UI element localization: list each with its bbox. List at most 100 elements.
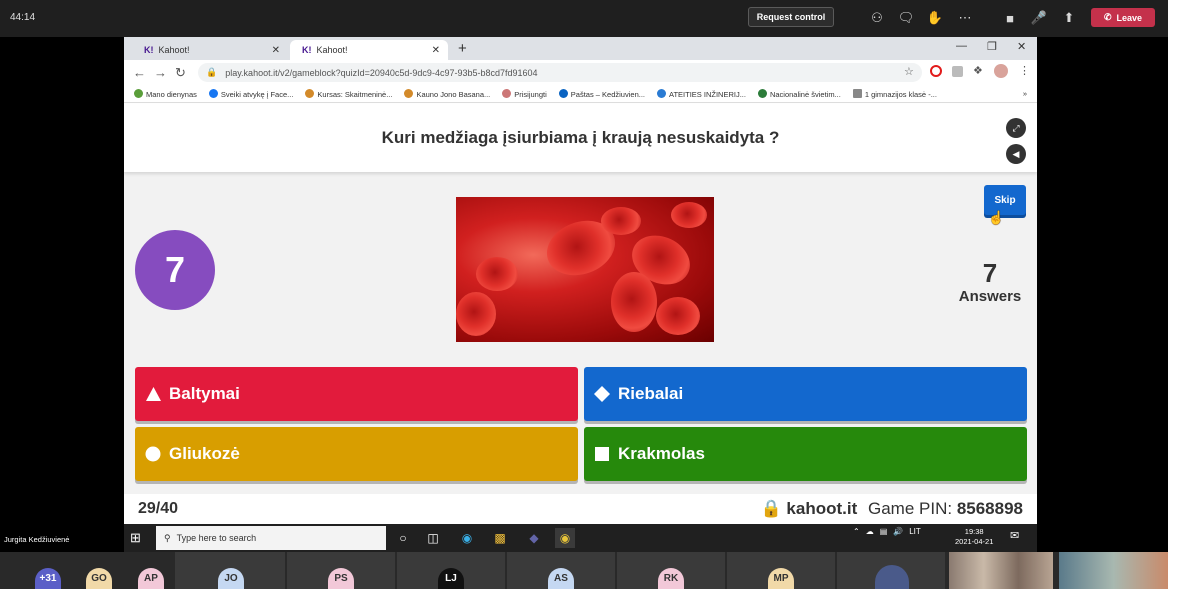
- teams-meeting-bar: [0, 0, 1168, 37]
- close-window-icon[interactable]: ✕: [1017, 40, 1026, 53]
- answer-option-circle[interactable]: Gliukozė: [135, 427, 578, 481]
- clock-time: 19:38: [964, 527, 984, 536]
- bookmark-item[interactable]: Sveiki atvykę į Face...: [208, 88, 293, 99]
- request-control-button[interactable]: Request control: [748, 7, 834, 27]
- sound-icon[interactable]: ◀: [1006, 144, 1026, 164]
- avatar[interactable]: AS: [548, 568, 574, 589]
- lock-icon: 🔒: [206, 67, 218, 77]
- more-bookmarks-icon[interactable]: »: [1023, 89, 1027, 98]
- diamond-icon: [594, 386, 610, 402]
- bookmark-item[interactable]: ATEITIES INŽINERIJ...: [657, 88, 746, 99]
- browser-tab[interactable]: K! Kahoot! ✕: [132, 40, 288, 60]
- close-tab-icon[interactable]: ✕: [432, 45, 440, 56]
- new-tab-icon[interactable]: +: [458, 40, 467, 57]
- avatar[interactable]: PS: [328, 568, 354, 589]
- tab-title: Kahoot!: [158, 45, 190, 55]
- bookmark-item[interactable]: Nacionalinė švietim...: [757, 88, 841, 99]
- kahoot-favicon-icon: K!: [144, 45, 154, 55]
- back-icon[interactable]: ←: [133, 65, 146, 80]
- taskbar-search-field[interactable]: ⚲ Type here to search: [156, 526, 386, 550]
- avatar[interactable]: AP: [138, 568, 164, 589]
- phone-hangup-icon: ✆: [1103, 12, 1112, 22]
- share-screen-icon[interactable]: ⬆: [1060, 9, 1078, 27]
- teams-icon[interactable]: ◆: [524, 528, 544, 548]
- language-indicator[interactable]: LIT: [909, 527, 921, 536]
- participant-video-grid[interactable]: [949, 552, 1053, 589]
- mic-muted-icon[interactable]: 🎤: [1030, 9, 1048, 27]
- avatar[interactable]: MP: [768, 568, 794, 589]
- bookmark-item[interactable]: Kauno Jono Basana...: [404, 88, 490, 99]
- stage-left-margin: [0, 37, 124, 552]
- clock-date: 2021-04-21: [955, 537, 994, 546]
- bookmark-favicon-icon: [134, 88, 143, 98]
- search-icon: ⚲: [164, 532, 171, 543]
- bookmarks-bar: Mano dienynas Sveiki atvykę į Face... Ku…: [124, 85, 1037, 103]
- bookmark-star-icon[interactable]: ☆: [904, 65, 914, 78]
- chat-icon[interactable]: 🗨: [897, 9, 915, 27]
- bookmark-item[interactable]: Prisijungti: [502, 88, 547, 99]
- file-explorer-icon[interactable]: ▩: [490, 528, 510, 548]
- minimize-icon[interactable]: —: [956, 40, 967, 52]
- extension-icon[interactable]: [952, 66, 963, 77]
- camera-icon[interactable]: ■: [1001, 9, 1019, 27]
- avatar[interactable]: +31: [35, 568, 61, 589]
- cursor-icon: ☝: [988, 210, 1005, 225]
- kahoot-favicon-icon: K!: [302, 45, 312, 55]
- url-field[interactable]: 🔒 play.kahoot.it/v2/gameblock?quizId=209…: [198, 63, 922, 82]
- extensions-puzzle-icon[interactable]: ❖: [973, 64, 983, 77]
- profile-avatar[interactable]: [994, 64, 1008, 78]
- notifications-icon[interactable]: ✉: [1010, 529, 1019, 542]
- game-pin-info: 🔒 kahoot.it Game PIN: 8568898: [761, 499, 1024, 519]
- url-text: play.kahoot.it/v2/gameblock?quizId=20940…: [225, 67, 538, 78]
- kahoot-site: kahoot.it: [786, 499, 858, 518]
- browser-tab-active[interactable]: K! Kahoot! ✕: [290, 40, 448, 60]
- game-footer: 29/40 🔒 kahoot.it Game PIN: 8568898: [124, 494, 1037, 524]
- avatar[interactable]: GO: [86, 568, 112, 589]
- avatar[interactable]: JO: [218, 568, 244, 589]
- cloud-icon[interactable]: ☁: [866, 527, 874, 536]
- chrome-icon[interactable]: ◉: [555, 528, 575, 548]
- reactions-icon[interactable]: ✋: [926, 9, 944, 27]
- close-tab-icon[interactable]: ✕: [272, 45, 280, 56]
- more-options-icon[interactable]: ⋯: [956, 9, 974, 27]
- avatar[interactable]: LJ: [438, 568, 464, 589]
- avatar[interactable]: RK: [658, 568, 684, 589]
- task-view-icon[interactable]: ◫: [423, 528, 443, 548]
- bookmark-item[interactable]: Kursas: Skaitmeninė...: [305, 88, 392, 99]
- bookmark-item[interactable]: Paštas – Kedžiuvien...: [558, 88, 645, 99]
- network-icon[interactable]: ▤: [880, 527, 888, 536]
- answer-label: Krakmolas: [618, 444, 705, 463]
- forward-icon[interactable]: →: [154, 65, 167, 80]
- game-pin-value: 8568898: [956, 499, 1023, 518]
- answer-label: Riebalai: [618, 384, 684, 403]
- circle-icon: [145, 446, 161, 462]
- volume-icon[interactable]: 🔊: [893, 527, 903, 536]
- search-placeholder: Type here to search: [176, 533, 257, 543]
- chevron-up-icon[interactable]: ⌃: [853, 527, 860, 536]
- chrome-menu-icon[interactable]: ⋮: [1019, 64, 1030, 77]
- edge-icon[interactable]: ◉: [457, 528, 477, 548]
- windows-start-icon[interactable]: ⊞: [130, 530, 141, 546]
- answers-counter: 7 Answers: [950, 258, 1030, 305]
- bookmark-item[interactable]: Mano dienynas: [134, 88, 197, 99]
- participants-icon[interactable]: ⚇: [868, 9, 886, 27]
- square-icon: [594, 446, 610, 462]
- participant-video[interactable]: [1059, 552, 1168, 589]
- reload-icon[interactable]: ↻: [175, 65, 186, 81]
- question-title: Kuri medžiaga įsiurbiama į kraują nesusk…: [124, 104, 1037, 172]
- triangle-icon: [145, 386, 161, 402]
- bookmark-favicon-icon: [502, 88, 512, 98]
- fullscreen-icon[interactable]: ⤢: [1006, 118, 1026, 138]
- opera-extension-icon[interactable]: [930, 65, 942, 77]
- facebook-icon: [208, 88, 218, 98]
- restore-icon[interactable]: ❐: [987, 40, 997, 53]
- answer-option-square[interactable]: Krakmolas: [584, 427, 1027, 481]
- bookmark-item[interactable]: 1 gimnazijos klasė -...: [852, 88, 937, 99]
- answers-number: 7: [982, 258, 998, 288]
- answer-option-diamond[interactable]: Riebalai: [584, 367, 1027, 421]
- answer-option-triangle[interactable]: Baltymai: [135, 367, 578, 421]
- taskbar-clock[interactable]: 19:38 2021-04-21: [955, 527, 993, 547]
- leave-button[interactable]: ✆ Leave: [1091, 8, 1155, 27]
- bookmark-favicon-icon: [305, 88, 315, 98]
- cortana-icon[interactable]: ○: [393, 528, 413, 548]
